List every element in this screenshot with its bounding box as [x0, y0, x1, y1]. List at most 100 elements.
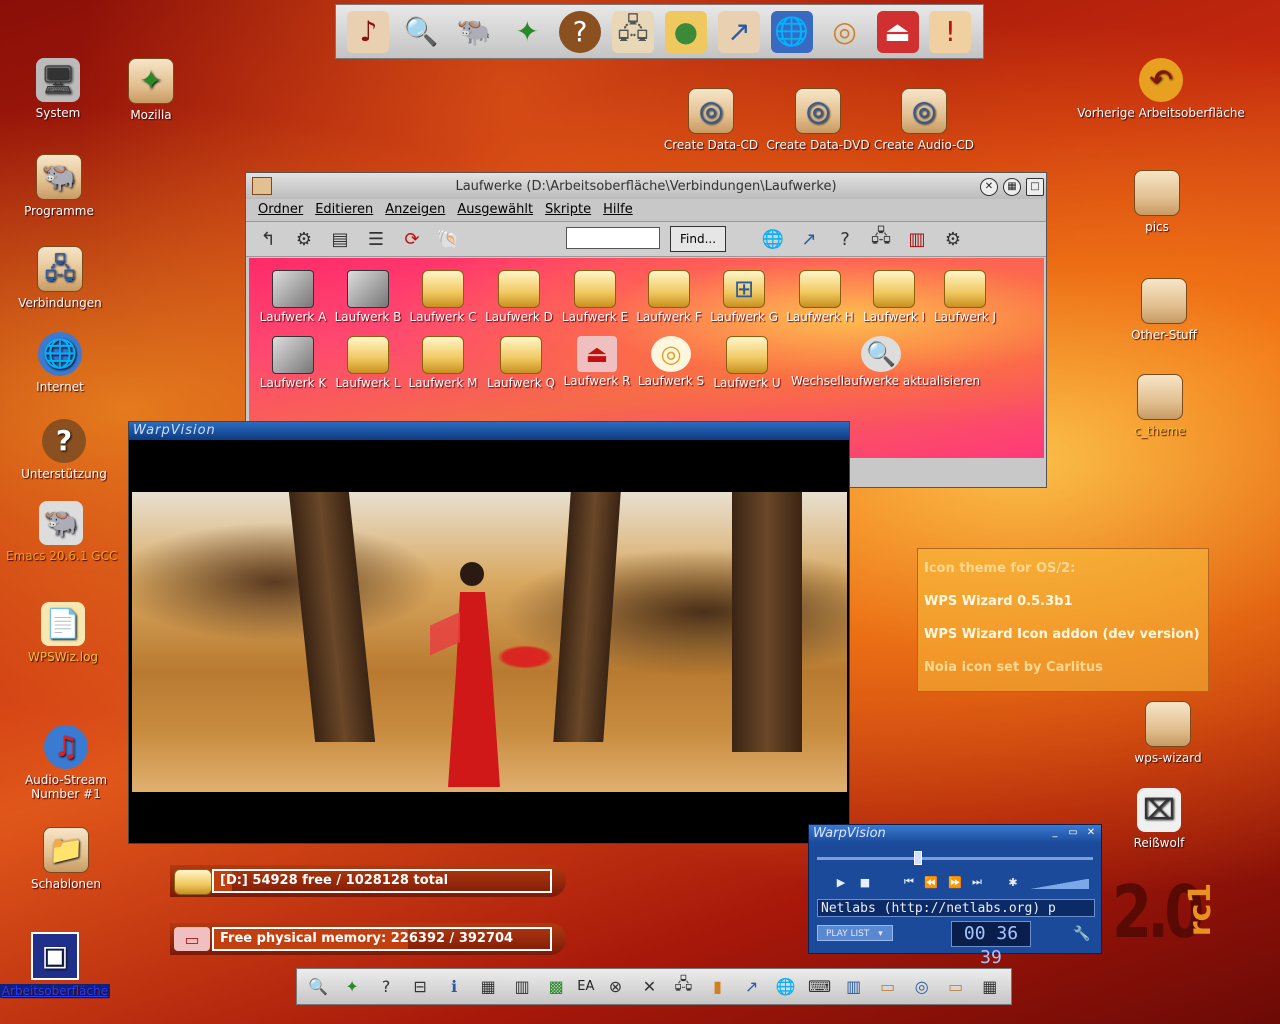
- maximize-icon[interactable]: ▭: [1067, 827, 1079, 839]
- cd-icon[interactable]: ◎: [824, 11, 866, 53]
- drive-item[interactable]: Laufwerk L: [330, 336, 406, 390]
- desktop-icon-create-data-dvd[interactable]: ◎ Create Data-DVD: [763, 88, 873, 152]
- drive-item-refresh-removable[interactable]: 🔍 Wechsellaufwerke aktualisieren: [791, 336, 980, 388]
- drive-item[interactable]: Laufwerk M: [405, 336, 481, 390]
- play-icon[interactable]: ▶: [833, 875, 849, 889]
- menu-skripte[interactable]: Skripte: [539, 199, 597, 221]
- settings-icon[interactable]: ⚙: [939, 225, 967, 253]
- desktop-icon-wpswiz-log[interactable]: 📄 WPSWiz.log: [8, 602, 118, 664]
- mozilla-icon[interactable]: ✦: [506, 11, 548, 53]
- menu-ordner[interactable]: Ordner: [252, 199, 309, 221]
- eject-icon[interactable]: ⏏: [876, 10, 919, 53]
- desktop-icon-arbeitsoberflaeche[interactable]: ▣ Arbeitsoberfläche: [0, 932, 110, 998]
- fast-forward-icon[interactable]: ⏩: [947, 875, 963, 889]
- video-frame[interactable]: [132, 492, 847, 792]
- up-folder-icon[interactable]: ↰: [254, 225, 282, 253]
- seek-handle[interactable]: [913, 851, 922, 865]
- globe-icon[interactable]: 🌐: [759, 225, 787, 253]
- desktop-icon-c-theme[interactable]: c_theme: [1105, 374, 1215, 438]
- desktop-icon-schablonen[interactable]: 📁 Schablonen: [11, 827, 121, 891]
- player-titlebar[interactable]: WarpVision _ ▭ ✕: [809, 825, 1101, 843]
- properties-icon[interactable]: ⚙: [290, 225, 318, 253]
- gnu-icon[interactable]: 🐃: [453, 11, 495, 53]
- music-player-icon[interactable]: ♪: [347, 10, 390, 53]
- ea-editor-button[interactable]: EA: [577, 979, 594, 994]
- desktop-icon-emacs[interactable]: 🐃 Emacs 20.6.1 GCC: [6, 501, 117, 563]
- menu-anzeigen[interactable]: Anzeigen: [379, 199, 451, 221]
- refresh-icon[interactable]: ⟳: [398, 225, 426, 253]
- drive-item[interactable]: Laufwerk F: [631, 270, 707, 324]
- film-icon[interactable]: ▦: [475, 974, 501, 1000]
- help-icon[interactable]: ?: [559, 10, 602, 53]
- drive-item[interactable]: ⏏ Laufwerk R: [559, 336, 635, 388]
- drive-item[interactable]: ⊞ Laufwerk G: [706, 270, 782, 324]
- drive-icon[interactable]: ▮: [705, 974, 731, 1000]
- drive-item[interactable]: Laufwerk J: [927, 270, 1003, 324]
- search-icon[interactable]: 🔍: [400, 11, 442, 53]
- image-icon[interactable]: ▩: [543, 974, 569, 1000]
- help-icon[interactable]: ?: [373, 974, 399, 1000]
- drive-item[interactable]: Laufwerk D: [481, 270, 557, 324]
- close-window-icon[interactable]: ✕: [636, 974, 662, 1000]
- desktop-icon-reisswolf[interactable]: ⌧ Reißwolf: [1104, 788, 1214, 850]
- mute-icon[interactable]: ✱: [1005, 875, 1021, 889]
- desktop-icon-audio-stream[interactable]: ♫ Audio-Stream Number #1: [11, 725, 121, 801]
- book-icon[interactable]: ▥: [903, 225, 931, 253]
- icon-view-icon[interactable]: ▤: [326, 225, 354, 253]
- folder-icon[interactable]: ▭: [875, 974, 901, 1000]
- desktop-icon-mozilla[interactable]: ✦ Mozilla: [96, 58, 206, 122]
- drive-item[interactable]: Laufwerk B: [330, 270, 406, 324]
- calculator-icon[interactable]: ▦: [977, 974, 1003, 1000]
- globe-icon[interactable]: 🌐: [770, 10, 813, 53]
- internet-folder-icon[interactable]: ↗: [717, 10, 760, 53]
- menu-ausgewaehlt[interactable]: Ausgewählt: [451, 199, 539, 221]
- drives-window-titlebar[interactable]: Laufwerke (D:\Arbeitsoberfläche\Verbindu…: [246, 173, 1046, 199]
- mozilla-icon[interactable]: ✦: [339, 974, 365, 1000]
- drive-item[interactable]: Laufwerk C: [405, 270, 481, 324]
- video-window-title[interactable]: WarpVision: [129, 422, 849, 440]
- book-icon[interactable]: ▥: [841, 974, 867, 1000]
- drive-item[interactable]: Laufwerk I: [856, 270, 932, 324]
- desktop-icon-unterstuetzung[interactable]: ? Unterstützung: [9, 419, 119, 481]
- desktop-icon-wps-wizard[interactable]: wps-wizard: [1113, 701, 1223, 765]
- stop-icon[interactable]: ■: [857, 875, 873, 889]
- shell-icon[interactable]: 🐚: [434, 225, 462, 253]
- desktop-icon-internet[interactable]: 🌐 Internet: [5, 332, 115, 394]
- connections-icon[interactable]: 🖧: [670, 974, 696, 1000]
- wrench-icon[interactable]: 🔧: [1073, 925, 1091, 943]
- folder-tree-icon[interactable]: ▥: [509, 974, 535, 1000]
- search-icon[interactable]: 🔍: [305, 974, 331, 1000]
- drive-item[interactable]: Laufwerk E: [557, 270, 633, 324]
- desktop-icon-other-stuff[interactable]: Other-Stuff: [1109, 278, 1219, 342]
- keyboard-icon[interactable]: ⌨: [807, 974, 833, 1000]
- close-icon[interactable]: ✕: [980, 178, 998, 196]
- alert-icon[interactable]: !: [929, 10, 972, 53]
- connections-icon[interactable]: 🖧: [867, 225, 895, 253]
- desktop-icon-create-data-cd[interactable]: ◎ Create Data-CD: [656, 88, 766, 152]
- minimize-icon[interactable]: _: [1049, 827, 1061, 839]
- drive-icon[interactable]: ●: [664, 10, 707, 53]
- playlist-button[interactable]: PLAY LIST ▾: [817, 925, 893, 941]
- find-button[interactable]: Find...: [670, 226, 726, 252]
- details-view-icon[interactable]: ☰: [362, 225, 390, 253]
- info-icon[interactable]: ℹ: [441, 974, 467, 1000]
- drive-item[interactable]: Laufwerk H: [782, 270, 858, 324]
- toolbox-icon[interactable]: ⊟: [407, 974, 433, 1000]
- desktop-icon-create-audio-cd[interactable]: ◎ Create Audio-CD: [869, 88, 979, 152]
- network-icon[interactable]: ⊗: [602, 974, 628, 1000]
- drive-item[interactable]: Laufwerk A: [255, 270, 331, 324]
- tile-icon[interactable]: ▦: [1003, 178, 1021, 196]
- folder-icon[interactable]: ▭: [943, 974, 969, 1000]
- desktop-icon-previous-desktop[interactable]: ↶ Vorherige Arbeitsoberfläche: [1077, 58, 1245, 120]
- internet-folder-icon[interactable]: ↗: [739, 974, 765, 1000]
- drive-item[interactable]: Laufwerk K: [255, 336, 331, 390]
- rewind-icon[interactable]: ⏪: [923, 875, 939, 889]
- seek-bar[interactable]: [817, 851, 1093, 865]
- drive-item[interactable]: Laufwerk U: [709, 336, 785, 390]
- menu-hilfe[interactable]: Hilfe: [597, 199, 639, 221]
- close-icon[interactable]: ✕: [1085, 827, 1097, 839]
- desktop-icon-verbindungen[interactable]: 🖧 Verbindungen: [5, 246, 115, 310]
- drive-item[interactable]: ◎ Laufwerk S: [633, 336, 709, 388]
- cd-icon[interactable]: ◎: [909, 974, 935, 1000]
- desktop-icon-programme[interactable]: 🐃 Programme: [4, 154, 114, 218]
